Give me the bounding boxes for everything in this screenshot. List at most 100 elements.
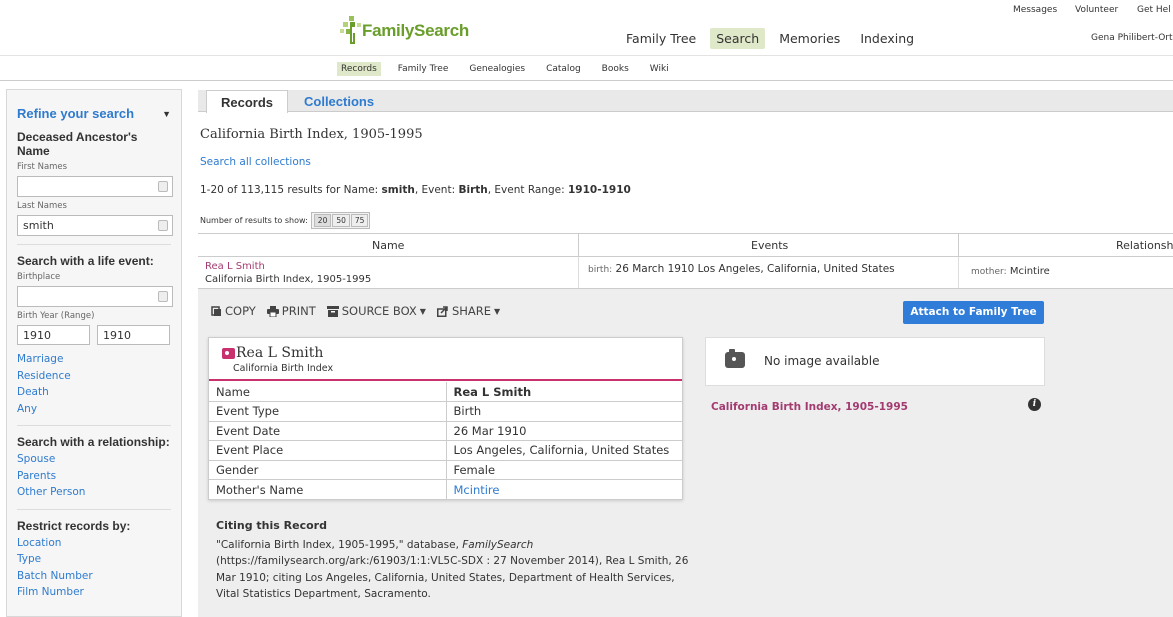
event-link-residence[interactable]: Residence [17,368,171,385]
record-icon [222,348,235,359]
exact-checkbox[interactable] [158,220,168,231]
restrict-link-location[interactable]: Location [17,535,171,552]
share-button[interactable]: SHARE ▼ [436,304,501,318]
birthplace-input[interactable] [17,286,173,307]
print-label: PRINT [281,304,316,318]
birth-year-to-input[interactable]: 1910 [97,325,170,345]
event-link-marriage[interactable]: Marriage [17,351,171,368]
user-name-menu[interactable]: Gena Philibert-Ort [1091,33,1173,43]
tree-logo-icon [340,16,361,44]
table-row: Name Rea L Smith [209,382,682,402]
refine-search-title: Refine your search [17,106,135,121]
share-label: SHARE [451,304,492,318]
ancestor-name-heading: Deceased Ancestor's Name [17,130,138,158]
search-all-collections-link[interactable]: Search all collections [200,156,311,168]
results-mid2: , Event Range: [487,184,568,196]
table-row: Mother's Name Mcintire [209,479,682,500]
record-person-name: Rea L Smith [236,345,324,361]
results-event: Birth [458,184,488,196]
results-main: Records Collections California Birth Ind… [198,90,1173,617]
record-collection-name: California Birth Index [233,363,334,374]
relationship-cell: mother: Mcintire [971,266,1050,277]
field-key: Event Place [209,440,447,461]
results-per-page-label: Number of results to show: [200,216,308,225]
last-names-input[interactable]: smith [17,215,173,236]
refine-search-header[interactable]: Refine your search ▼ [17,106,171,121]
per-page-20[interactable]: 20 [313,214,332,227]
caret-down-icon[interactable]: ▼ [162,109,171,119]
field-key: Mother's Name [209,479,447,499]
mother-name-link[interactable]: Mcintire [446,480,682,500]
results-table-header: Name Events Relationsh [198,233,1173,257]
restrict-link-batch-number[interactable]: Batch Number [17,568,171,585]
life-event-heading: Search with a life event: [17,254,154,268]
share-icon [436,305,448,317]
caret-down-icon: ▼ [419,306,426,316]
subnav-genealogies[interactable]: Genealogies [465,62,529,76]
source-box-button[interactable]: SOURCE BOX ▼ [326,304,426,318]
attach-to-family-tree-button[interactable]: Attach to Family Tree [903,301,1044,324]
field-value: Female [446,460,682,480]
restrict-link-type[interactable]: Type [17,551,171,568]
copy-icon [211,305,221,316]
per-page-75[interactable]: 75 [350,214,369,227]
column-header-relationships[interactable]: Relationsh [1116,239,1173,252]
field-key: Name [209,382,447,402]
restrict-link-film-number[interactable]: Film Number [17,584,171,601]
messages-link[interactable]: Messages [1013,5,1057,15]
volunteer-link[interactable]: Volunteer [1075,5,1118,15]
table-row: Event Type Birth [209,401,682,422]
subnav-family-tree[interactable]: Family Tree [394,62,453,76]
source-box-label: SOURCE BOX [341,304,417,318]
citation-source: FamilySearch [462,538,534,551]
subnav-catalog[interactable]: Catalog [542,62,585,76]
exact-checkbox[interactable] [158,181,168,192]
print-button[interactable]: PRINT [266,304,316,318]
box-icon [326,305,339,317]
info-icon[interactable]: i [1028,398,1041,411]
familysearch-logo[interactable]: FamilySearch [338,15,469,45]
birth-year-label: Birth Year (Range) [17,311,95,321]
no-image-text: No image available [764,354,880,368]
field-key: Gender [209,460,447,480]
column-header-name[interactable]: Name [372,239,404,252]
relationship-key: mother: [971,267,1007,277]
nav-search[interactable]: Search [710,28,766,49]
divider [17,425,171,426]
column-header-events[interactable]: Events [751,239,788,252]
restrict-heading: Restrict records by: [17,518,131,533]
subnav-wiki[interactable]: Wiki [646,62,673,76]
relationship-link-other[interactable]: Other Person [17,484,171,501]
relationship-value: Mcintire [1009,266,1050,277]
field-value: Los Angeles, California, United States [446,440,682,461]
results-tabs: Records Collections [198,90,1173,113]
subnav-books[interactable]: Books [598,62,633,76]
nav-memories[interactable]: Memories [773,28,846,49]
nav-family-tree[interactable]: Family Tree [620,28,702,49]
first-names-input[interactable] [17,176,173,197]
caret-down-icon: ▼ [494,306,501,316]
table-row[interactable]: Rea L Smith California Birth Index, 1905… [198,257,1173,289]
tab-records[interactable]: Records [206,90,289,113]
results-range: 1910-1910 [568,184,631,196]
event-link-death[interactable]: Death [17,384,171,401]
copy-button[interactable]: COPY [211,304,256,318]
subnav-records[interactable]: Records [337,62,381,76]
collection-title: California Birth Index, 1905-1995 [200,127,423,142]
person-name-link[interactable]: Rea L Smith [205,261,265,272]
main-nav: Family Tree Search Memories Indexing [620,28,928,49]
relationship-link-parents[interactable]: Parents [17,468,171,485]
nav-indexing[interactable]: Indexing [854,28,920,49]
event-link-any[interactable]: Any [17,401,171,418]
relationship-link-spouse[interactable]: Spouse [17,451,171,468]
table-row: Gender Female [209,460,682,480]
exact-checkbox[interactable] [158,291,168,302]
per-page-50[interactable]: 50 [332,214,350,227]
record-details-table: Name Rea L Smith Event Type Birth Event … [209,382,682,499]
get-help-link[interactable]: Get Hel [1137,5,1171,15]
tab-collections[interactable]: Collections [290,90,388,113]
birth-year-from-input[interactable]: 1910 [17,325,90,345]
collection-link[interactable]: California Birth Index, 1905-1995 [711,401,908,413]
print-icon [266,305,279,317]
citation-block: Citing this Record "California Birth Ind… [216,518,696,603]
